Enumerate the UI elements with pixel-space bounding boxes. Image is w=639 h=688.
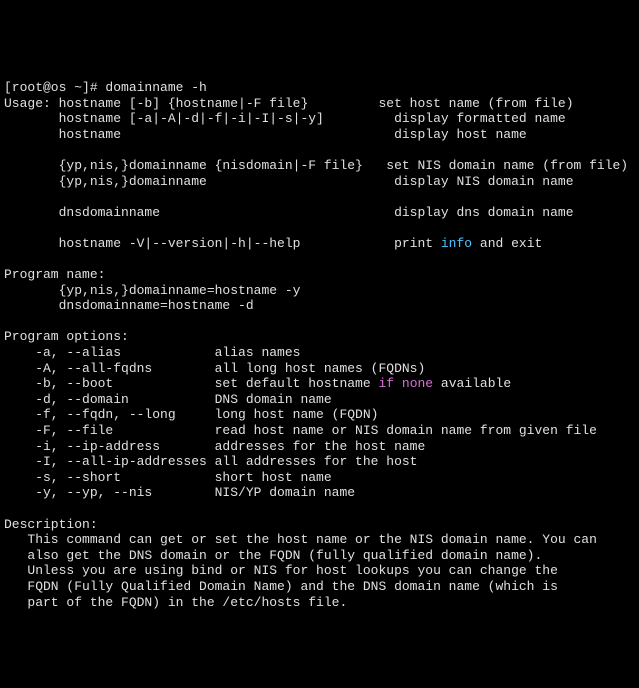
boot-suffix: available [433,376,511,391]
option-line: -i, --ip-address addresses for the host … [4,439,425,454]
description-header: Description: [4,517,98,532]
option-line: -F, --file read host name or NIS domain … [4,423,597,438]
program-name-header: Program name: [4,267,105,282]
usage-line: hostname display host name [4,127,527,142]
description-line: Unless you are using bind or NIS for hos… [4,563,558,578]
usage-line: {yp,nis,}domainname display NIS domain n… [4,174,574,189]
usage-version-line: hostname -V|--version|-h|--help print in… [4,236,542,251]
if-keyword: if [378,376,394,391]
option-line: -d, --domain DNS domain name [4,392,332,407]
option-line: -f, --fqdn, --long long host name (FQDN) [4,407,378,422]
prompt-line: [root@os ~]# domainname -h [4,80,207,95]
version-suffix: and exit [472,236,542,251]
option-line: -a, --alias alias names [4,345,300,360]
option-line: -A, --all-fqdns all long host names (FQD… [4,361,425,376]
usage-line: {yp,nis,}domainname {nisdomain|-F file} … [4,158,628,173]
description-line: FQDN (Fully Qualified Domain Name) and t… [4,579,558,594]
info-keyword: info [441,236,472,251]
program-options-header: Program options: [4,329,129,344]
version-prefix: hostname -V|--version|-h|--help print [4,236,441,251]
terminal-output: [root@os ~]# domainname -h Usage: hostna… [4,64,635,610]
description-line: also get the DNS domain or the FQDN (ful… [4,548,542,563]
usage-line: dnsdomainname display dns domain name [4,205,574,220]
option-line: -y, --yp, --nis NIS/YP domain name [4,485,355,500]
usage-header: Usage: hostname [-b] {hostname|-F file} … [4,96,574,111]
boot-prefix: -b, --boot set default hostname [4,376,378,391]
option-line: -I, --all-ip-addresses all addresses for… [4,454,417,469]
program-name-line: {yp,nis,}domainname=hostname -y [4,283,300,298]
program-name-line: dnsdomainname=hostname -d [4,298,254,313]
description-line: part of the FQDN) in the /etc/hosts file… [4,595,347,610]
description-line: This command can get or set the host nam… [4,532,597,547]
none-keyword: none [402,376,433,391]
option-line: -s, --short short host name [4,470,332,485]
option-boot-line: -b, --boot set default hostname if none … [4,376,511,391]
usage-line: hostname [-a|-A|-d|-f|-i|-I|-s|-y] displ… [4,111,566,126]
boot-mid [394,376,402,391]
